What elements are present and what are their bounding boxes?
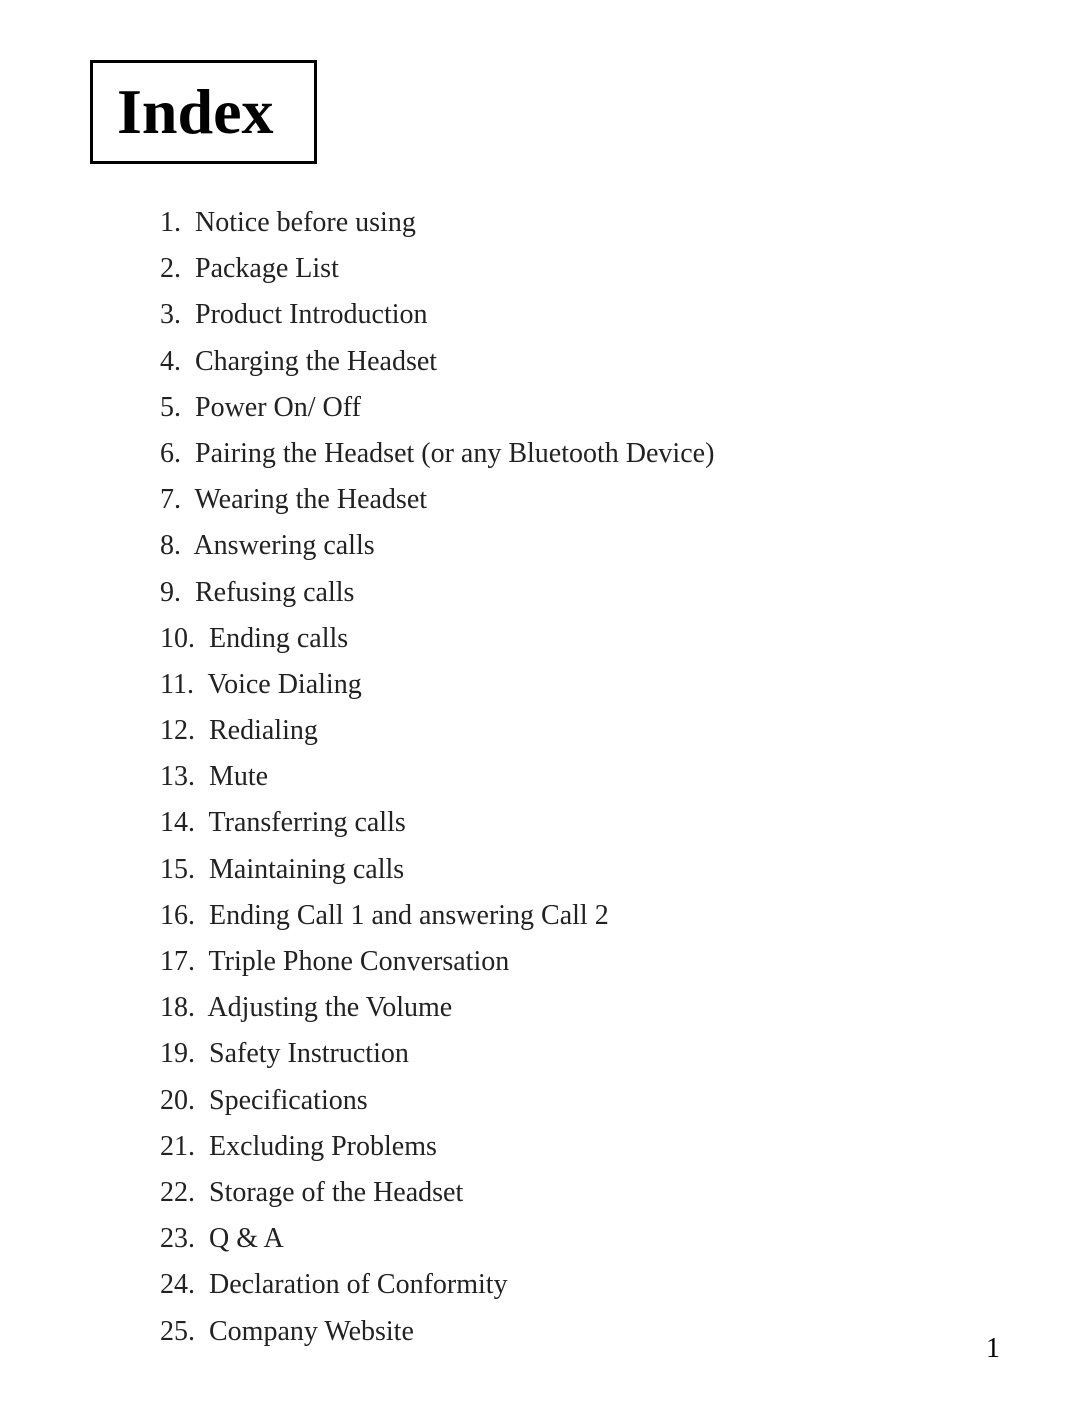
index-list: 1. Notice before using2. Package List3. … <box>160 200 1000 1355</box>
page: Index 1. Notice before using2. Package L… <box>0 0 1080 1415</box>
list-item: 20. Specifications <box>160 1078 1000 1124</box>
list-item: 9. Refusing calls <box>160 570 1000 616</box>
list-item: 1. Notice before using <box>160 200 1000 246</box>
page-title: Index <box>117 76 274 147</box>
list-item: 10. Ending calls <box>160 616 1000 662</box>
list-item: 18. Adjusting the Volume <box>160 985 1000 1031</box>
page-number: 1 <box>986 1333 1000 1365</box>
list-item: 17. Triple Phone Conversation <box>160 939 1000 985</box>
list-item: 16. Ending Call 1 and answering Call 2 <box>160 893 1000 939</box>
index-title-box: Index <box>90 60 317 164</box>
list-item: 23. Q & A <box>160 1216 1000 1262</box>
list-item: 19. Safety Instruction <box>160 1031 1000 1077</box>
list-item: 15. Maintaining calls <box>160 847 1000 893</box>
list-item: 21. Excluding Problems <box>160 1124 1000 1170</box>
list-item: 25. Company Website <box>160 1309 1000 1355</box>
list-item: 22. Storage of the Headset <box>160 1170 1000 1216</box>
list-item: 12. Redialing <box>160 708 1000 754</box>
list-item: 2. Package List <box>160 246 1000 292</box>
list-item: 4. Charging the Headset <box>160 339 1000 385</box>
list-item: 11. Voice Dialing <box>160 662 1000 708</box>
list-item: 8. Answering calls <box>160 523 1000 569</box>
list-item: 13. Mute <box>160 754 1000 800</box>
list-item: 7. Wearing the Headset <box>160 477 1000 523</box>
list-item: 24. Declaration of Conformity <box>160 1262 1000 1308</box>
list-item: 14. Transferring calls <box>160 800 1000 846</box>
list-item: 6. Pairing the Headset (or any Bluetooth… <box>160 431 1000 477</box>
list-item: 5. Power On/ Off <box>160 385 1000 431</box>
list-item: 3. Product Introduction <box>160 292 1000 338</box>
